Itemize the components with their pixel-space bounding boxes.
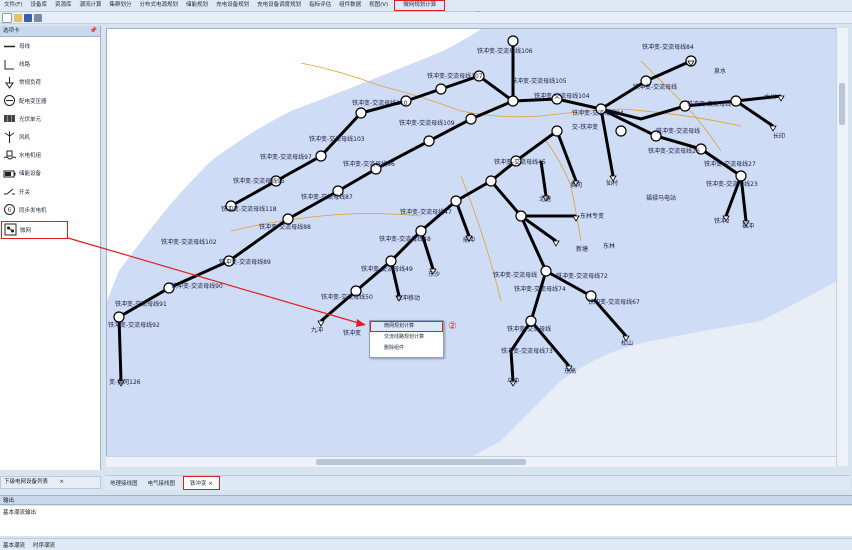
tab-tiechong[interactable]: 铁冲变 × bbox=[183, 476, 220, 490]
output-panel: 基本潮流输出 bbox=[0, 506, 852, 536]
close-icon[interactable]: × bbox=[208, 481, 213, 487]
tab-tiechong-label: 铁冲变 bbox=[190, 481, 207, 487]
ctx-ac-line-planning[interactable]: 交流线路规划计算 bbox=[370, 332, 443, 343]
annotation-arrow bbox=[67, 237, 366, 327]
output-panel-title: 输出 bbox=[0, 495, 852, 505]
status-timeseries-flow[interactable]: 时序潮流 bbox=[33, 541, 55, 549]
document-tabs: 地理接线图 电气接线图 铁冲变 × bbox=[105, 475, 849, 490]
tab-electrical-diagram[interactable]: 电气接线图 bbox=[146, 478, 178, 488]
context-menu: 微网规划计算 交流线路规划计算 删除组件 bbox=[369, 320, 444, 358]
output-title-text: 输出 bbox=[3, 498, 15, 504]
output-text: 基本潮流输出 bbox=[3, 510, 37, 516]
status-bar: 基本潮流 时序潮流 bbox=[0, 538, 852, 550]
ctx-microgrid-planning[interactable]: 微网规划计算 bbox=[370, 321, 443, 332]
status-basic-flow[interactable]: 基本潮流 bbox=[3, 541, 25, 549]
ctx-delete-component[interactable]: 删除组件 bbox=[370, 343, 443, 354]
tab-geo-diagram[interactable]: 地理接线图 bbox=[108, 478, 140, 488]
step2-annotation: ② bbox=[448, 321, 457, 332]
